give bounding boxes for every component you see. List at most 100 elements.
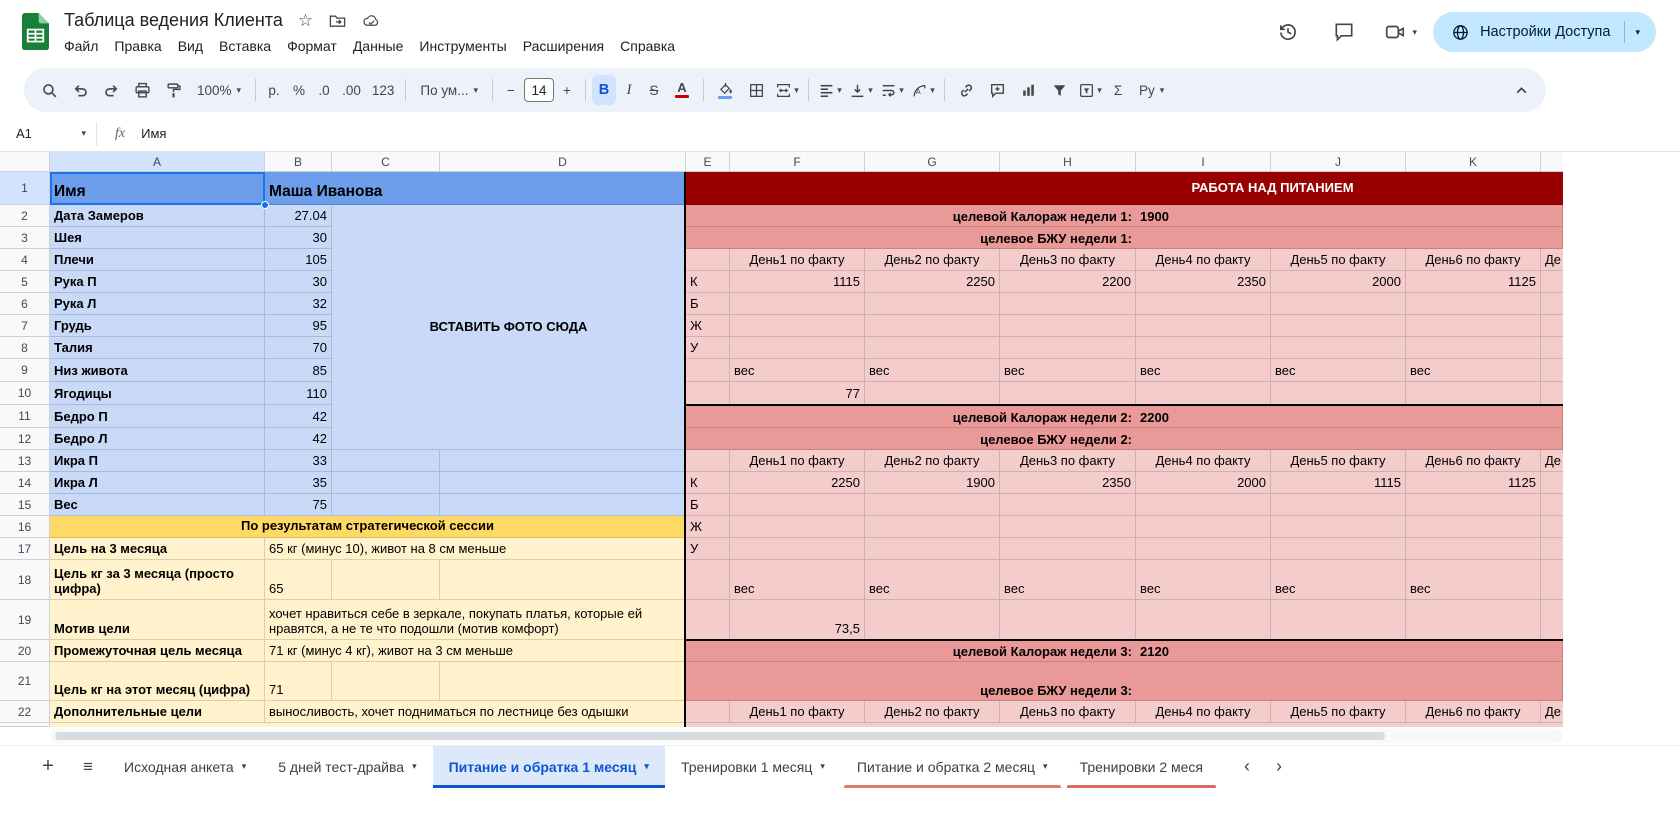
redo-icon[interactable] — [96, 75, 126, 105]
cell-measurement-value[interactable]: 32 — [265, 293, 332, 315]
cell-kcal-fact[interactable]: 2000 — [1271, 271, 1406, 293]
cell-empty[interactable] — [440, 662, 686, 701]
cell-goal-value[interactable]: 71 — [265, 662, 332, 701]
cell-empty[interactable] — [440, 560, 686, 600]
tab-menu-caret-icon[interactable]: ▾ — [820, 761, 825, 772]
cell-kcal-target-label[interactable]: целевой Калораж недели 2: — [686, 405, 1136, 428]
cell-empty[interactable] — [1000, 315, 1136, 337]
cell-day-header[interactable]: День3 по факту — [1000, 249, 1136, 271]
cell-empty[interactable] — [1406, 315, 1541, 337]
cell-weight-value[interactable]: 77 — [730, 382, 865, 405]
cell-empty[interactable] — [1271, 538, 1406, 560]
cell-kcal-fact[interactable]: 1125 — [1406, 271, 1541, 293]
cell-day-header[interactable]: День6 по факту — [1406, 450, 1541, 472]
row-header-13[interactable]: 13 — [0, 450, 50, 472]
cell-partial-row[interactable] — [50, 723, 686, 727]
cell-day-header[interactable]: День2 по факту — [865, 249, 1000, 271]
cell-measurement-value[interactable]: 70 — [265, 337, 332, 359]
cell-measurement-value[interactable]: 35 — [265, 472, 332, 494]
cell-kcal-fact[interactable]: 2200 — [1000, 271, 1136, 293]
cell-kcal-fact[interactable] — [1541, 271, 1563, 293]
cell-empty[interactable] — [332, 494, 440, 516]
search-icon[interactable] — [34, 75, 64, 105]
cell-measurement-label[interactable]: Низ живота — [50, 359, 265, 382]
cell-empty[interactable] — [440, 494, 686, 516]
cell-bju-target-label[interactable]: целевое БЖУ недели 1: — [686, 227, 1136, 249]
cell-goal-value[interactable]: хочет нравиться себе в зеркале, покупать… — [265, 600, 686, 640]
row-header-16[interactable]: 16 — [0, 516, 50, 538]
cell-measurement-label[interactable]: Дата Замеров — [50, 205, 265, 227]
cell-empty[interactable] — [865, 516, 1000, 538]
cell-kcal-fact[interactable]: 2350 — [1136, 271, 1271, 293]
sheet-tab-5[interactable]: Питание и обратка 2 месяц ▾ — [841, 746, 1064, 788]
cell-measurement-value[interactable]: 110 — [265, 382, 332, 405]
cell-empty[interactable] — [686, 450, 730, 472]
cell-empty[interactable] — [730, 494, 865, 516]
cell-measurement-label[interactable]: Бедро Л — [50, 428, 265, 450]
cell-measurement-label[interactable]: Вес — [50, 494, 265, 516]
cell-weight-value[interactable] — [1000, 382, 1136, 405]
cell-empty[interactable] — [1000, 516, 1136, 538]
cell-empty[interactable] — [730, 516, 865, 538]
cell-weight-label[interactable]: вес — [865, 560, 1000, 600]
cell-empty[interactable] — [865, 293, 1000, 315]
cell-day-header[interactable]: День4 по факту — [1136, 249, 1271, 271]
cell-name-value[interactable]: Маша Иванова — [265, 172, 686, 205]
cell-kcal-fact[interactable] — [1541, 472, 1563, 494]
cell-day-header[interactable]: День5 по факту — [1271, 249, 1406, 271]
cell-day-header[interactable]: День3 по факту — [1000, 701, 1136, 723]
column-header-E[interactable]: E — [686, 152, 730, 172]
cell-empty[interactable] — [1541, 494, 1563, 516]
meet-button[interactable]: ▾ — [1380, 12, 1417, 52]
cell-day-header[interactable]: День3 по факту — [1000, 450, 1136, 472]
cell-row-label-u[interactable]: У — [686, 337, 730, 359]
cell-row-label-k[interactable]: К — [686, 271, 730, 293]
cell-day-header[interactable]: Де — [1541, 701, 1563, 723]
cell-kcal-fact[interactable]: 1115 — [1271, 472, 1406, 494]
zoom-select[interactable]: 100% ▾ — [189, 75, 249, 105]
cell-empty[interactable] — [1136, 315, 1271, 337]
cell-day-header[interactable]: День2 по факту — [865, 701, 1000, 723]
cell-weight-value[interactable]: 73,5 — [730, 600, 865, 640]
cell-weight-value[interactable] — [1271, 382, 1406, 405]
cell-empty[interactable] — [1136, 293, 1271, 315]
cell-weight-label[interactable]: вес — [1406, 359, 1541, 382]
spreadsheet-grid[interactable]: Имя Маша Иванова Дата Замеров 27.04 Шея 30 Пле… — [0, 152, 1563, 727]
cell-weight-label[interactable]: вес — [1136, 359, 1271, 382]
cell-empty[interactable] — [686, 560, 730, 600]
chevron-down-icon[interactable]: ▾ — [1635, 27, 1640, 37]
menu-file[interactable]: Файл — [56, 35, 106, 57]
text-rotate-button[interactable]: A ▾ — [908, 75, 938, 105]
cell-goal-label[interactable]: Дополнительные цели — [50, 701, 265, 723]
cell-empty[interactable] — [865, 337, 1000, 359]
cell-empty[interactable] — [1541, 315, 1563, 337]
cell-empty[interactable] — [1136, 494, 1271, 516]
cell-empty[interactable] — [1406, 494, 1541, 516]
row-header-9[interactable]: 9 — [0, 359, 50, 382]
cell-measurement-value[interactable]: 42 — [265, 405, 332, 428]
cell-day-header[interactable]: Де — [1541, 450, 1563, 472]
menu-insert[interactable]: Вставка — [211, 35, 279, 57]
tabs-scroll-left-icon[interactable]: ‹ — [1233, 747, 1261, 787]
all-sheets-button[interactable]: ≡ — [68, 747, 108, 787]
cell-kcal-target-label[interactable]: целевой Калораж недели 3: — [686, 640, 1136, 662]
sheet-tab-2[interactable]: 5 дней тест-драйва ▾ — [262, 746, 432, 788]
scrollbar-thumb[interactable] — [55, 732, 1385, 740]
menu-edit[interactable]: Правка — [106, 35, 169, 57]
cell-empty[interactable] — [332, 472, 440, 494]
insert-chart-button[interactable] — [1013, 75, 1043, 105]
text-color-button[interactable]: A — [667, 75, 697, 105]
cell-day-header[interactable]: Де — [1541, 249, 1563, 271]
cell-weight-value[interactable] — [865, 382, 1000, 405]
column-header-H[interactable]: H — [1000, 152, 1136, 172]
cell-goal-value[interactable]: 65 — [265, 560, 332, 600]
sheet-tab-3[interactable]: Питание и обратка 1 месяц ▾ — [432, 745, 666, 788]
cell-row-label-zh[interactable]: Ж — [686, 516, 730, 538]
merge-cells-button[interactable]: ▾ — [772, 75, 802, 105]
cell-kcal-target-label[interactable]: целевой Калораж недели 1: — [686, 205, 1136, 227]
cell-empty[interactable] — [332, 662, 440, 701]
cell-empty[interactable] — [1406, 516, 1541, 538]
fill-handle[interactable] — [261, 201, 269, 209]
cell-row-label-k[interactable]: К — [686, 472, 730, 494]
row-header-22[interactable]: 22 — [0, 701, 50, 723]
